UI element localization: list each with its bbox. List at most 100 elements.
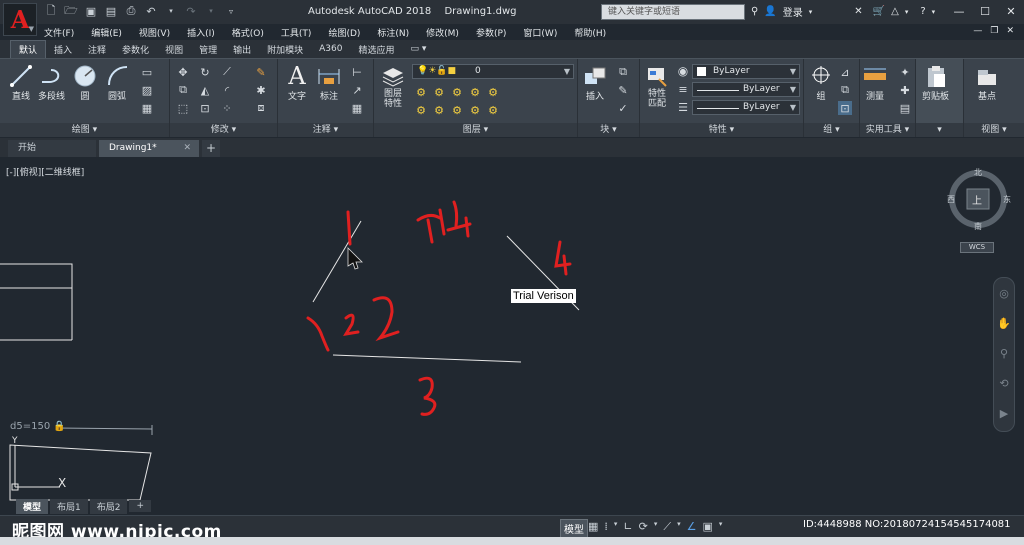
grid-icon[interactable]: ▦ — [588, 520, 598, 534]
doc-minimize-icon[interactable]: — — [973, 26, 982, 36]
menu-file[interactable]: 文件(F) — [44, 26, 74, 39]
snap-icon[interactable]: ⁞ — [604, 520, 608, 534]
leader-icon[interactable]: ↗ — [350, 83, 364, 97]
layer-tool-icon[interactable]: ⚙ — [414, 103, 428, 117]
tab-parametric[interactable]: 参数化 — [114, 41, 157, 58]
chevron-down-icon[interactable]: ▾ — [932, 8, 936, 16]
tab-model[interactable]: 模型 — [16, 498, 49, 514]
cart-icon[interactable]: 🛒 — [873, 6, 885, 17]
layer-tool-icon[interactable]: ⚙ — [486, 103, 500, 117]
osnap-icon[interactable]: ∠ — [687, 520, 697, 534]
annotation-visibility-icon[interactable]: ▣ — [702, 520, 712, 534]
maximize-icon[interactable]: ☐ — [972, 0, 998, 22]
group-select-icon[interactable]: ⊡ — [838, 101, 852, 115]
block-panel-title[interactable]: 块 ▾ — [578, 123, 639, 137]
undo-dropdown-icon[interactable]: ▾ — [164, 4, 178, 18]
chevron-down-icon[interactable]: ▾ — [719, 520, 723, 534]
linetype-dropdown[interactable]: ByLayer ▼ — [692, 100, 800, 115]
offset-icon[interactable]: ⧈ — [254, 101, 268, 115]
layers-panel-title[interactable]: 图层 ▾ — [374, 123, 577, 137]
modify-panel-title[interactable]: 修改 ▾ — [170, 123, 277, 137]
layer-tool-icon[interactable]: ⚙ — [432, 103, 446, 117]
menu-view[interactable]: 视图(V) — [139, 26, 170, 39]
layer-tool-icon[interactable]: ⚙ — [450, 103, 464, 117]
compass-north[interactable]: 北 — [974, 167, 982, 178]
base-point-button[interactable]: 基点 — [974, 63, 1000, 102]
properties-panel-title[interactable]: 特性 ▾ — [640, 123, 803, 137]
login-link[interactable]: 登录 — [783, 4, 803, 19]
id-point-icon[interactable]: ✚ — [898, 83, 912, 97]
color-dropdown[interactable]: ByLayer ▼ — [692, 64, 800, 79]
a360-icon[interactable]: △ — [891, 6, 899, 17]
create-block-icon[interactable]: ⧉ — [616, 65, 630, 79]
plot-icon[interactable]: ⎙ — [124, 4, 138, 18]
hatch-icon[interactable]: ▨ — [140, 83, 154, 97]
layer-tool-icon[interactable]: ⚙ — [414, 85, 428, 99]
group-button[interactable]: 组 — [808, 63, 834, 102]
chevron-down-icon[interactable]: ▾ — [809, 8, 813, 16]
help-icon[interactable]: ? — [920, 6, 925, 17]
chevron-down-icon[interactable]: ▾ — [905, 8, 909, 16]
arc-button[interactable]: 圆弧 — [104, 63, 130, 102]
ribbon-toggle-icon[interactable]: ▭ ▾ — [402, 42, 434, 56]
layer-dropdown[interactable]: 💡☀🔓■ 0 ▼ — [412, 64, 574, 79]
tab-view[interactable]: 视图 — [157, 41, 191, 58]
mirror-icon[interactable]: ◭ — [198, 83, 212, 97]
save-as-icon[interactable]: ▤ — [104, 4, 118, 18]
layer-properties-button[interactable]: 图层 特性 — [380, 63, 406, 109]
dimension-parameter[interactable]: d5=150 🔒 — [10, 421, 66, 432]
stretch-icon[interactable]: ⬚ — [176, 101, 190, 115]
showmotion-icon[interactable]: ▶ — [997, 406, 1011, 420]
redo-icon[interactable]: ↷ — [184, 4, 198, 18]
trim-icon[interactable]: ⟋ — [220, 65, 234, 79]
chevron-down-icon[interactable]: ▾ — [614, 520, 618, 534]
redo-dropdown-icon[interactable]: ▾ — [204, 4, 218, 18]
model-space-button[interactable]: 模型 — [560, 519, 588, 538]
save-icon[interactable]: ▣ — [84, 4, 98, 18]
scale-icon[interactable]: ⊡ — [198, 101, 212, 115]
lineweight-dropdown[interactable]: ByLayer ▼ — [692, 82, 800, 97]
tab-featured-apps[interactable]: 精选应用 — [350, 41, 402, 58]
chevron-down-icon[interactable]: ▾ — [654, 520, 658, 534]
search-input[interactable]: 键入关键字或短语 — [601, 4, 745, 20]
tab-annotate[interactable]: 注释 — [80, 41, 114, 58]
menu-format[interactable]: 格式(O) — [232, 26, 264, 39]
rectangle-icon[interactable]: ▭ — [140, 65, 154, 79]
layer-tool-icon[interactable]: ⚙ — [468, 85, 482, 99]
drawing-canvas[interactable]: [-][俯视][二维线框] Y X 上 北 南 东 西 WCS ◎ ✋ ⚲ ⟲ … — [0, 160, 1024, 515]
open-file-icon[interactable]: 🗁 — [64, 4, 78, 18]
rotate-icon[interactable]: ↻ — [198, 65, 212, 79]
tab-default[interactable]: 默认 — [10, 40, 47, 58]
user-icon[interactable]: 👤 — [764, 6, 776, 17]
draw-panel-title[interactable]: 绘图 ▾ — [0, 123, 169, 137]
menu-dimension[interactable]: 标注(N) — [377, 26, 409, 39]
groups-panel-title[interactable]: 组 ▾ — [804, 123, 859, 137]
wcs-menu[interactable]: WCS — [960, 242, 994, 253]
menu-insert[interactable]: 插入(I) — [187, 26, 215, 39]
circle-button[interactable]: 圆 — [72, 63, 98, 102]
menu-window[interactable]: 窗口(W) — [523, 26, 557, 39]
view-panel-title[interactable]: 视图 ▾ — [964, 123, 1024, 137]
clipboard-panel-title[interactable]: ▾ — [916, 123, 963, 137]
menu-tools[interactable]: 工具(T) — [281, 26, 312, 39]
fillet-icon[interactable]: ◜ — [220, 83, 234, 97]
close-tab-icon[interactable]: ✕ — [183, 140, 191, 157]
paste-button[interactable]: 剪贴板 — [922, 63, 949, 102]
text-button[interactable]: A 文字 — [284, 62, 310, 102]
match-properties-button[interactable]: 特性 匹配 — [644, 63, 670, 109]
isodraft-icon[interactable]: ⟋ — [663, 520, 671, 534]
explode-icon[interactable]: ✱ — [254, 83, 268, 97]
application-menu-button[interactable]: A ▼ — [3, 3, 37, 36]
chevron-down-icon[interactable]: ▾ — [677, 520, 681, 534]
group-edit-icon[interactable]: ⧉ — [838, 83, 852, 97]
layer-tool-icon[interactable]: ⚙ — [432, 85, 446, 99]
dimension-button[interactable]: 标注 — [316, 63, 342, 102]
doc-close-icon[interactable]: ✕ — [1006, 26, 1014, 36]
minimize-icon[interactable]: — — [946, 0, 972, 22]
new-tab-button[interactable]: + — [202, 140, 220, 157]
tab-a360[interactable]: A360 — [311, 42, 350, 56]
menu-modify[interactable]: 修改(M) — [426, 26, 459, 39]
close-window-icon[interactable]: ✕ — [998, 0, 1024, 22]
layer-tool-icon[interactable]: ⚙ — [486, 85, 500, 99]
menu-help[interactable]: 帮助(H) — [574, 26, 606, 39]
